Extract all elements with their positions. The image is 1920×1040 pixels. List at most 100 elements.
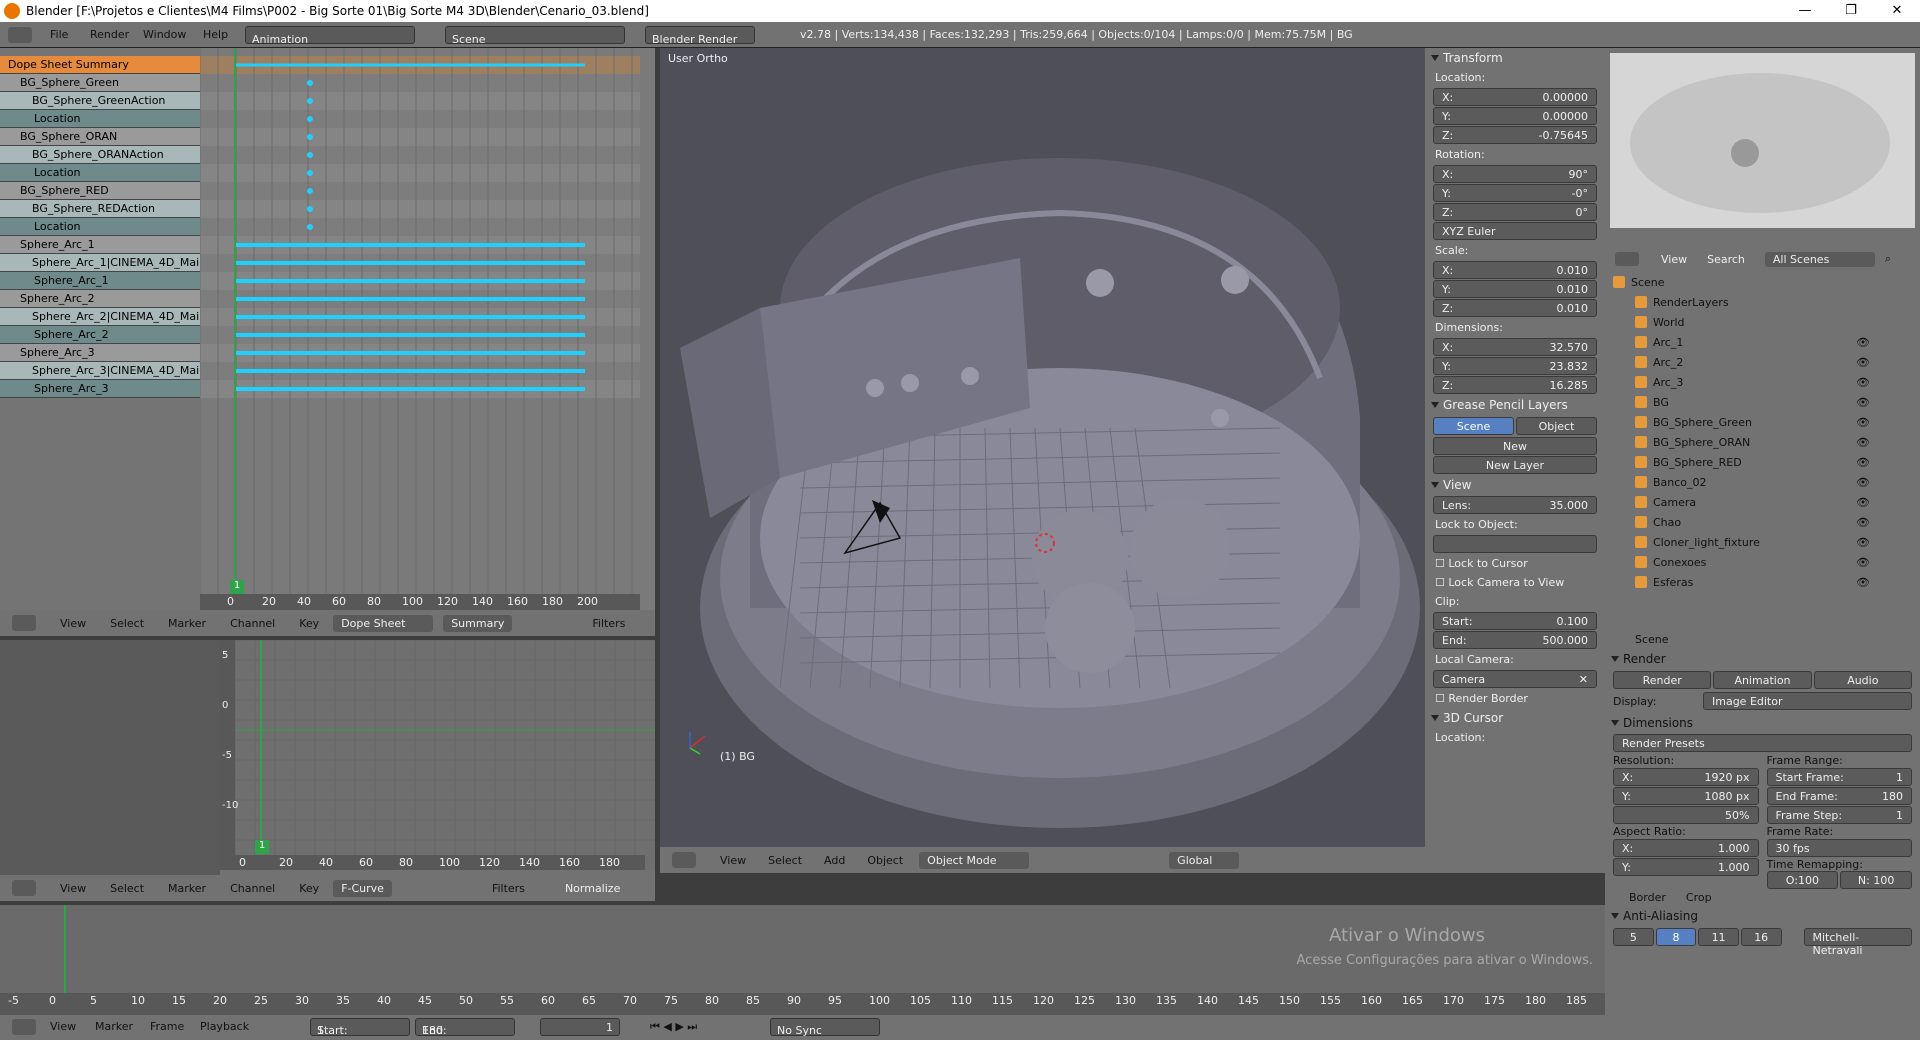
vector-field[interactable]: X: 0.010	[1433, 261, 1597, 279]
menu-channel[interactable]: Channel	[230, 882, 275, 895]
render-presets-select[interactable]: Render Presets	[1613, 734, 1912, 752]
3d-cursor-panel-title[interactable]: 3D Cursor	[1425, 708, 1605, 728]
animation-button[interactable]: Animation	[1713, 671, 1812, 689]
menu-key[interactable]: Key	[299, 617, 319, 630]
channel-row[interactable]: Location	[0, 164, 200, 182]
channel-row[interactable]: Location	[0, 218, 200, 236]
menu-view[interactable]: View	[60, 882, 86, 895]
visibility-eye-icon[interactable]: 👁	[1856, 496, 1870, 509]
render-engine-select[interactable]: Blender Render	[645, 26, 755, 46]
vector-field[interactable]: X: 0.00000	[1433, 88, 1597, 106]
graph-mode-select[interactable]: F-Curve	[333, 879, 392, 897]
channel-row[interactable]: BG_Sphere_GreenAction	[0, 92, 200, 110]
channel-row[interactable]: Sphere_Arc_2|CINEMA_4D_Mai	[0, 308, 200, 326]
menu-marker[interactable]: Marker	[168, 617, 206, 630]
editor-type-icon[interactable]	[8, 27, 32, 43]
menu-view[interactable]: View	[50, 1020, 76, 1033]
channel-row[interactable]: BG_Sphere_ORANAction	[0, 146, 200, 164]
channel-row[interactable]: Sphere_Arc_1	[0, 272, 200, 290]
vector-field[interactable]: Z: 0.010	[1433, 299, 1597, 317]
menu-select[interactable]: Select	[110, 617, 144, 630]
layout-select[interactable]: Animation	[245, 26, 415, 46]
clip-start-field[interactable]: Start: 0.100	[1433, 612, 1597, 630]
outliner-item[interactable]: BG_Sphere_ORAN 👁	[1605, 432, 1910, 452]
outliner-display-select[interactable]: All Scenes	[1764, 251, 1875, 267]
res-x-field[interactable]: X: 1920 px	[1613, 768, 1759, 786]
remap-new-field[interactable]: N: 100	[1840, 871, 1912, 889]
mode-select[interactable]: Object Mode	[919, 851, 1030, 869]
menu-key[interactable]: Key	[299, 882, 319, 895]
visibility-eye-icon[interactable]: 👁	[1856, 356, 1870, 369]
frame-step-field[interactable]: Frame Step: 1	[1766, 806, 1912, 824]
outliner-item[interactable]: Arc_1 👁	[1605, 332, 1910, 352]
menu-playback[interactable]: Playback	[200, 1020, 249, 1033]
vector-field[interactable]: Y: -0°	[1433, 184, 1597, 202]
channel-row[interactable]: BG_Sphere_Green	[0, 74, 200, 92]
sync-select[interactable]: No Sync	[770, 1018, 880, 1037]
outliner-item[interactable]: BG_Sphere_Green 👁	[1605, 412, 1910, 432]
res-y-field[interactable]: Y: 1080 px	[1613, 787, 1759, 805]
menu-add[interactable]: Add	[824, 854, 845, 867]
render-button[interactable]: Render	[1613, 671, 1712, 689]
outliner-item[interactable]: Camera 👁	[1605, 492, 1910, 512]
channel-row[interactable]: Sphere_Arc_3	[0, 380, 200, 398]
visibility-eye-icon[interactable]: 👁	[1856, 396, 1870, 409]
timeline-editor[interactable]: -5 0 5 10 15 20 25 30 35 40 45 50 55 60 65 70 75 80 85 90 95…	[0, 905, 1605, 1015]
playback-controls[interactable]: ⏮ ◀ ▶ ⏭	[650, 1020, 697, 1034]
visibility-eye-icon[interactable]: 👁	[1856, 436, 1870, 449]
display-select[interactable]: Image Editor	[1703, 692, 1912, 710]
close-button[interactable]: ✕	[1874, 0, 1920, 22]
editor-type-icon[interactable]	[672, 852, 696, 868]
dimensions-panel-title[interactable]: Dimensions	[1605, 713, 1920, 733]
normalize-toggle[interactable]: Normalize	[565, 882, 620, 895]
dope-sheet-mode-select[interactable]: Dope Sheet	[333, 614, 434, 632]
gp-new-layer-button[interactable]: New Layer	[1433, 456, 1597, 474]
visibility-eye-icon[interactable]: 👁	[1856, 456, 1870, 469]
channel-row[interactable]: Sphere_Arc_3|CINEMA_4D_Mai	[0, 362, 200, 380]
vector-field[interactable]: X: 32.570	[1433, 338, 1597, 356]
vector-field[interactable]: X: 90°	[1433, 165, 1597, 183]
outliner-item[interactable]: RenderLayers	[1605, 292, 1910, 312]
channel-row[interactable]: Sphere_Arc_1|CINEMA_4D_Mai	[0, 254, 200, 272]
menu-help[interactable]: Help	[203, 28, 228, 41]
outliner-item[interactable]: Banco_02 👁	[1605, 472, 1910, 492]
transform-panel-title[interactable]: Transform	[1425, 48, 1605, 68]
minimize-button[interactable]: —	[1782, 0, 1828, 22]
visibility-eye-icon[interactable]: 👁	[1856, 556, 1870, 569]
channel-row[interactable]: Sphere_Arc_3	[0, 344, 200, 362]
visibility-eye-icon[interactable]: 👁	[1856, 536, 1870, 549]
graph-area[interactable]: 1 0 20 40 60 80 100 120 140 160 180	[234, 639, 655, 870]
3d-viewport[interactable]: User Ortho (1) BG View Select Add Object…	[660, 48, 1425, 873]
end-frame-field[interactable]: End Frame: 180	[1766, 787, 1912, 805]
visibility-eye-icon[interactable]: 👁	[1856, 476, 1870, 489]
visibility-eye-icon[interactable]: 👁	[1856, 576, 1870, 589]
editor-type-icon[interactable]	[12, 880, 36, 896]
current-frame-field[interactable]: 1	[540, 1018, 620, 1036]
lock-camera-checkbox[interactable]: ☐ Lock Camera to View	[1425, 573, 1605, 592]
menu-view[interactable]: View	[720, 854, 746, 867]
aa-samples-button[interactable]: 5	[1613, 928, 1654, 946]
lens-field[interactable]: Lens: 35.000	[1433, 496, 1597, 514]
vector-field[interactable]: Z: 16.285	[1433, 376, 1597, 394]
aa-samples-button[interactable]: 8	[1655, 928, 1697, 946]
aa-filter-select[interactable]: Mitchell-Netravali	[1803, 928, 1912, 957]
menu-select[interactable]: Select	[768, 854, 802, 867]
menu-file[interactable]: File	[50, 28, 68, 41]
visibility-eye-icon[interactable]: 👁	[1856, 376, 1870, 389]
outliner-item[interactable]: World	[1605, 312, 1910, 332]
outliner-item[interactable]: Chao 👁	[1605, 512, 1910, 532]
outliner-item[interactable]: Conexoes 👁	[1605, 552, 1910, 572]
menu-frame[interactable]: Frame	[150, 1020, 184, 1033]
start-field[interactable]: Start: 1	[310, 1018, 410, 1037]
gp-object-button[interactable]: Object	[1516, 417, 1597, 435]
aa-samples-button[interactable]: 16	[1740, 928, 1782, 946]
vector-field[interactable]: Y: 23.832	[1433, 357, 1597, 375]
gp-new-button[interactable]: New	[1433, 437, 1597, 455]
menu-channel[interactable]: Channel	[230, 617, 275, 630]
visibility-eye-icon[interactable]: 👁	[1856, 336, 1870, 349]
start-frame-field[interactable]: Start Frame: 1	[1766, 768, 1912, 786]
vector-field[interactable]: Y: 0.010	[1433, 280, 1597, 298]
menu-select[interactable]: Select	[110, 882, 144, 895]
clip-end-field[interactable]: End: 500.000	[1433, 631, 1597, 649]
render-panel-title[interactable]: Render	[1605, 649, 1920, 669]
